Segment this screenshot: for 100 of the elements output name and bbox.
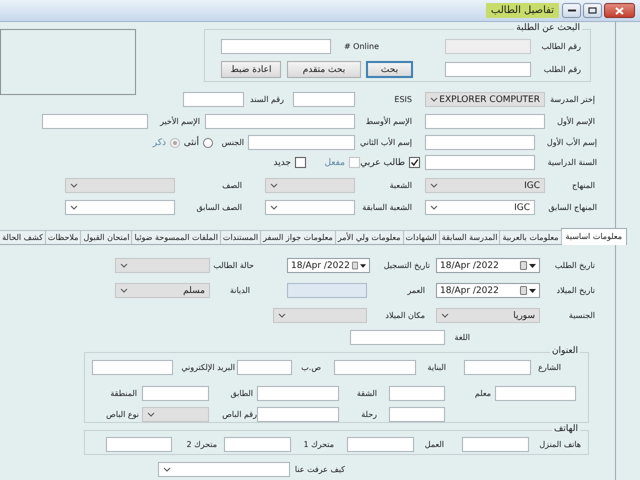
field-label: معلم [474,389,491,398]
chevron-icon [163,467,171,472]
field-label: الشعبة [388,181,412,190]
field-label: الصف السابق [195,203,242,212]
dropdown[interactable] [158,462,290,477]
group-title: العنوان [550,346,580,356]
date-field[interactable]: 18/Apr /2022 [436,283,540,298]
input-field[interactable] [142,386,209,401]
tab[interactable]: الشهادات [402,230,440,244]
field-label: المنهاج [571,181,595,190]
field-label: إسم الأب الثاني [358,138,412,147]
button[interactable]: اعادة ضبط [221,61,281,78]
input-field[interactable] [464,360,531,375]
tab[interactable]: ملاحظات [44,230,82,244]
input-field[interactable] [248,135,355,150]
input-field[interactable] [293,92,355,107]
maximize-icon [588,7,597,14]
tab[interactable]: معلومات اساسية [560,228,627,245]
tab[interactable]: امتحان القبول [80,230,132,244]
caret-icon [529,264,536,268]
input-field[interactable] [183,92,244,107]
input-field[interactable] [334,360,416,375]
input-field[interactable] [350,330,445,345]
field-label: الإسم الأوسط [364,117,412,126]
input-field[interactable] [106,437,172,452]
minimize-button[interactable] [562,3,581,18]
tab[interactable]: المدرسة السابقة [438,230,500,244]
close-icon [615,6,624,14]
button[interactable]: بحث متقدم [287,61,361,78]
field-label: تاريخ التسجيل [382,261,430,270]
input-field[interactable] [205,114,355,129]
calendar-icon [352,261,358,270]
date-field[interactable]: 18/Apr /2022 [287,258,370,273]
close-button[interactable] [604,3,635,18]
age-field[interactable] [287,283,367,298]
date-field[interactable]: 18/Apr /2022 [436,258,540,273]
field-label: الطابق [229,389,253,398]
input-field[interactable] [425,155,535,170]
input-field[interactable] [257,407,339,422]
input-field[interactable] [495,386,576,401]
input-field[interactable] [257,386,339,401]
input-field[interactable] [237,360,292,375]
field-label: كيف عرفت عنا [294,465,345,474]
input-field[interactable] [92,360,173,375]
tab[interactable]: الملفات الممسوحة ضوئيا [131,230,221,244]
input-field[interactable] [445,62,531,77]
input-field[interactable] [224,437,291,452]
checkbox[interactable]: جديد [272,157,306,168]
field-label: رحلة [360,410,377,419]
window-title: تفاصيل الطالب [486,3,559,18]
calendar-icon [520,286,527,295]
input-field[interactable] [42,114,148,129]
check-icon [410,158,419,167]
dropdown[interactable] [65,200,175,215]
input-field[interactable] [425,114,545,129]
chevron-icon [270,205,278,210]
input-field[interactable] [221,39,331,54]
field-label: العمر [406,286,425,295]
field-label: # Online [342,42,379,51]
field-label: البريد الإلكتروني [180,363,235,372]
field-label: مكان الميلاد [384,311,425,320]
field-label: البناية [426,363,446,372]
field-label: السنة الدراسية [546,158,597,167]
chevron-icon [70,205,78,210]
input-field[interactable] [425,135,535,150]
field-label: ESIS [393,95,412,104]
checkbox[interactable]: طالب عربي [362,157,420,168]
tab[interactable]: معلومات جواز السفر [260,230,336,244]
field-label: المنهاج السابق [547,203,597,212]
tab[interactable]: كشف الحالة [0,230,46,244]
field-label: الجنس [220,138,244,147]
button[interactable]: بحث [366,61,413,78]
radio-button[interactable]: أنثى [183,138,213,148]
input-field[interactable] [462,437,529,452]
field-label: الشارع [537,363,561,372]
field-label: الشعبة السابقة [361,203,412,212]
tab[interactable]: معلومات ولي الأمر [334,230,404,244]
dropdown[interactable] [265,200,355,215]
input-field[interactable] [389,407,445,422]
maximize-button[interactable] [583,3,602,18]
chevron-icon [120,288,128,293]
dropdown[interactable]: IGC [425,200,535,215]
field-label: العمل [424,440,444,449]
chevron-icon [147,412,155,417]
input-field[interactable] [347,437,414,452]
field-label: إختر المدرسة [549,95,595,104]
field-label: رقم الباص [221,410,257,419]
tab[interactable]: معلومات بالعربية [499,230,562,244]
input-field[interactable] [389,386,445,401]
field-label: الديانة [228,286,250,295]
chevron-icon [270,183,278,188]
chevron-icon [430,97,438,102]
chevron-icon [278,313,286,318]
field-label: الإسم الأخير [158,117,200,126]
tab[interactable]: المستندات [220,230,262,244]
chevron-icon [430,183,438,188]
field-label: اللغة [454,333,470,342]
field-label: رقم السند [249,95,284,104]
calendar-icon [520,261,527,270]
field-label: رقم الطلب [542,65,581,74]
